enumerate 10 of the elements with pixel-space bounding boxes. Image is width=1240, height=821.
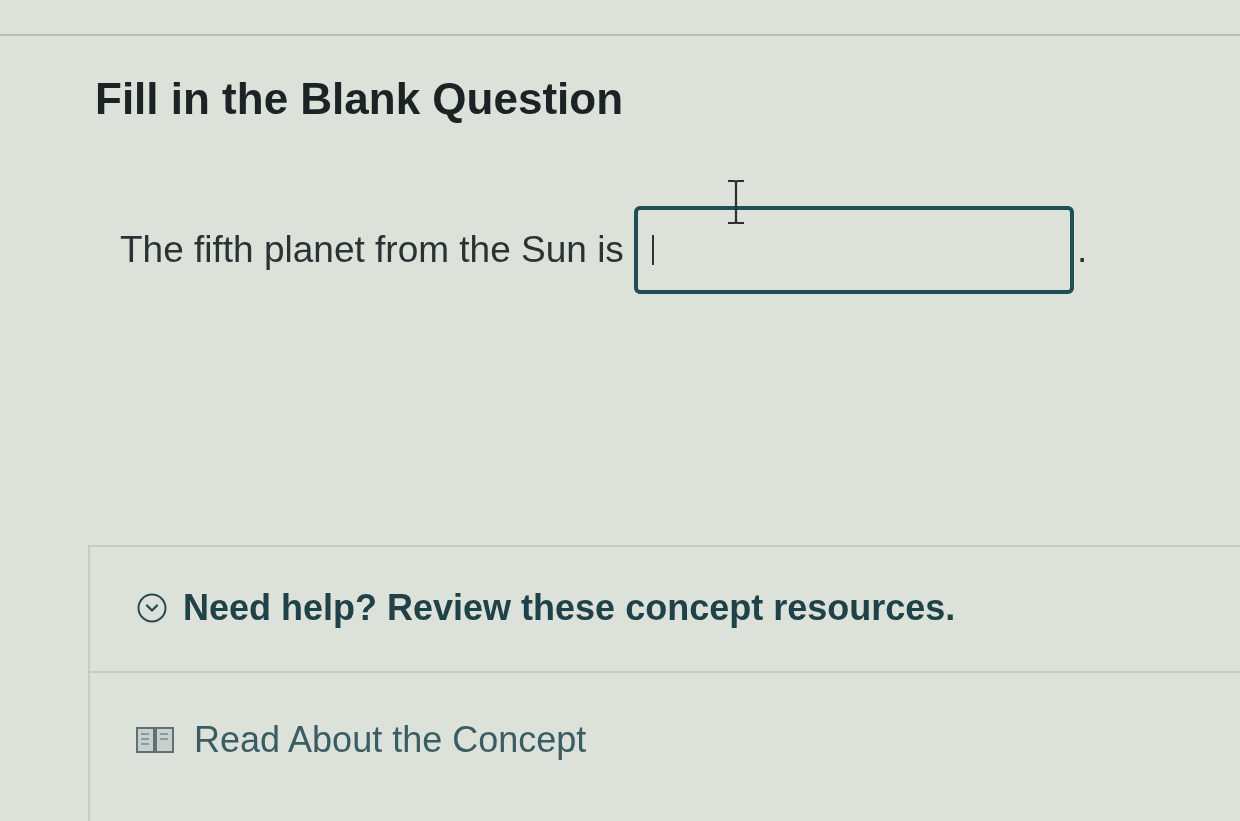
answer-field[interactable] (633, 206, 1074, 294)
question-title: Fill in the Blank Question (95, 74, 624, 124)
chevron-down-circle-icon (137, 593, 167, 623)
i-beam-cursor-icon (726, 179, 746, 225)
resource-link[interactable]: Read About the Concept (136, 718, 587, 762)
help-toggle[interactable]: Need help? Review these concept resources. (137, 588, 956, 628)
book-icon (136, 726, 174, 754)
text-caret (651, 235, 654, 265)
question-prompt: The fifth planet from the Sun is (120, 228, 624, 272)
end-punctuation: . (1076, 228, 1088, 272)
